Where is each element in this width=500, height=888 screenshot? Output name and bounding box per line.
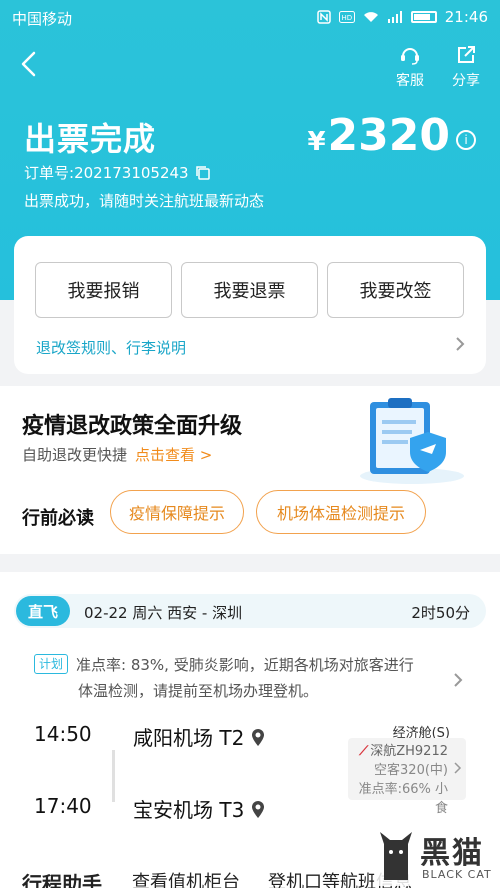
- status-icons: HD 21:46: [317, 8, 488, 26]
- departure-airport-name: 咸阳机场 T2: [133, 726, 245, 750]
- reimburse-button[interactable]: 我要报销: [35, 262, 172, 318]
- temperature-check-tip-button[interactable]: 机场体温检测提示: [256, 490, 426, 534]
- airline-logo-icon: ⟋: [359, 744, 369, 759]
- action-card: 我要报销 我要退票 我要改签 退改签规则、行李说明: [14, 236, 486, 374]
- airline-flight-no: ⟋ 深航ZH9212: [348, 742, 448, 761]
- clock: 21:46: [444, 8, 488, 26]
- plan-badge: 计划: [34, 654, 69, 674]
- flight-route: 02-22 周六 西安 - 深圳: [84, 604, 243, 622]
- customer-service-label: 客服: [396, 73, 424, 89]
- location-pin-icon: [252, 728, 265, 746]
- nfc-icon: [317, 10, 331, 24]
- info-icon[interactable]: i: [456, 130, 476, 150]
- tab-checkin-counter[interactable]: 查看值机柜台: [132, 868, 240, 888]
- page-title: 出票完成: [24, 120, 157, 158]
- flight-header: 直飞 02-22 周六 西安 - 深圳 2时50分: [14, 594, 486, 628]
- order-number: 订单号:202173105243: [24, 162, 211, 183]
- chevron-right-icon[interactable]: [452, 336, 468, 352]
- watermark-title: 黑猫: [420, 836, 484, 871]
- back-arrow-icon[interactable]: [16, 50, 44, 78]
- ticket-status-message: 出票成功，请随时关注航班最新动态: [24, 192, 265, 210]
- share-icon: [458, 46, 475, 63]
- tab-trip-assistant[interactable]: 行程助手: [22, 868, 102, 888]
- watermark: 黑猫 BLACK CAT: [374, 826, 494, 886]
- rules-link[interactable]: 退改签规则、行李说明: [36, 337, 186, 358]
- arrival-airport[interactable]: 宝安机场 T3: [133, 794, 266, 823]
- battery-icon: [410, 11, 437, 23]
- watermark-subtitle: BLACK CAT: [422, 868, 492, 881]
- change-ticket-button[interactable]: 我要改签: [327, 262, 464, 318]
- cat-logo-icon: [380, 832, 412, 880]
- promo-view-link[interactable]: 点击查看 >: [135, 446, 212, 464]
- departure-airport[interactable]: 咸阳机场 T2: [133, 722, 266, 751]
- arrival-airport-name: 宝安机场 T3: [133, 798, 245, 822]
- location-pin-icon: [252, 800, 265, 818]
- order-value: 202173105243: [74, 164, 189, 182]
- promo-title: 疫情退改政策全面升级: [22, 414, 243, 439]
- promo-desc: 自助退改更快捷 点击查看 >: [22, 444, 212, 465]
- signal-icon: [387, 11, 402, 23]
- clipboard-shield-illustration: [360, 398, 464, 484]
- policy-promo-section: 疫情退改政策全面升级 自助退改更快捷 点击查看 > 行前必读 疫情保障提示 机场体…: [0, 386, 500, 554]
- carrier-label: 中国移动: [12, 10, 73, 28]
- wifi-icon: [363, 12, 378, 22]
- departure-time: 14:50: [34, 722, 92, 746]
- promo-desc-text: 自助退改更快捷: [22, 446, 128, 464]
- currency-symbol: ¥: [307, 127, 326, 157]
- flight-duration: 2时50分: [411, 604, 470, 622]
- copy-icon[interactable]: [195, 165, 211, 181]
- arrival-time: 17:40: [34, 794, 92, 818]
- refund-button[interactable]: 我要退票: [181, 262, 318, 318]
- flight-number: 深航ZH9212: [370, 744, 448, 759]
- timeline-divider: [112, 750, 115, 802]
- pre-trip-notice-label: 行前必读: [22, 508, 94, 529]
- flight-info-box[interactable]: ⟋ 深航ZH9212 空客320(中) 准点率:66% 小食: [348, 738, 466, 816]
- headset-icon: [401, 48, 419, 65]
- status-bar: 中国移动 HD 21:46: [0, 0, 500, 34]
- direct-flight-badge: 直飞: [16, 596, 70, 626]
- price-amount: 2320: [327, 110, 450, 161]
- aircraft-type: 空客320(中): [374, 763, 448, 778]
- price-display: ¥ 2320 i: [307, 110, 476, 161]
- flight-notice[interactable]: 计划 准点率: 83%, 受肺炎影响，近期各机场对旅客进行 体温检测，请提前至机场…: [34, 652, 454, 704]
- epidemic-tip-button[interactable]: 疫情保障提示: [110, 490, 244, 534]
- share-button[interactable]: 分享: [444, 44, 488, 90]
- share-label: 分享: [452, 73, 480, 89]
- notice-line-2: 体温检测，请提前至机场办理登机。: [78, 682, 319, 700]
- punctuality-meal: 准点率:66% 小食: [358, 782, 448, 816]
- notice-line-1: 准点率: 83%, 受肺炎影响，近期各机场对旅客进行: [76, 656, 414, 674]
- chevron-right-icon[interactable]: [450, 672, 466, 688]
- svg-text:HD: HD: [341, 14, 352, 22]
- order-label: 订单号:: [24, 164, 75, 182]
- customer-service-button[interactable]: 客服: [388, 44, 432, 90]
- hd-icon: HD: [338, 11, 355, 23]
- chevron-right-icon[interactable]: [452, 762, 462, 774]
